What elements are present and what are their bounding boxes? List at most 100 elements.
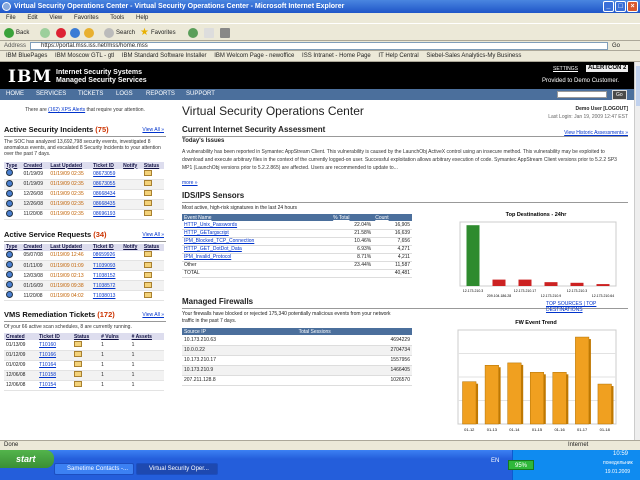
go-button[interactable]: Go <box>612 42 620 50</box>
table-row[interactable]: 12/03/08 01/19/09 02:13 T1038152 <box>4 270 164 281</box>
more-link[interactable]: more » <box>182 180 198 186</box>
service-view-all[interactable]: View All » <box>142 232 164 238</box>
history-button[interactable] <box>188 27 198 39</box>
column-header[interactable]: # Vulns <box>99 333 130 340</box>
table-row[interactable]: 11/20/08 01/19/09 02:35 08696193 <box>4 209 164 220</box>
column-header[interactable]: # Assets <box>129 333 164 340</box>
ticket-id-link[interactable]: T10158 <box>37 370 72 381</box>
table-row[interactable]: 01/13/09 T10160 1 1 <box>4 340 164 351</box>
user-logout[interactable]: Demo User [LOGOUT] <box>562 106 628 112</box>
table-row[interactable]: 12/06/08 T10154 1 1 <box>4 380 164 391</box>
ticket-id-link[interactable]: 08659926 <box>90 250 122 261</box>
print-button[interactable] <box>220 27 230 39</box>
nav-support[interactable]: SUPPORT <box>186 89 215 100</box>
table-row[interactable]: 12/06/08 T10158 1 1 <box>4 370 164 381</box>
column-header[interactable]: Status <box>71 333 100 340</box>
address-input[interactable]: https://portal.mss.iss.net/mss/home.mss <box>30 42 608 50</box>
ticket-id-link[interactable]: 08668434 <box>91 189 122 200</box>
column-header[interactable]: Created <box>21 243 49 251</box>
nav-reports[interactable]: REPORTS <box>146 89 175 100</box>
menu-help[interactable]: Help <box>136 15 148 21</box>
event-name[interactable]: IPM_Blocked_TCP_Connection <box>182 237 332 246</box>
column-header[interactable]: Total Sessions <box>296 328 412 335</box>
link-it-help[interactable]: IT Help Central <box>378 53 418 59</box>
column-header[interactable]: Last Updated <box>48 162 92 169</box>
scroll-thumb[interactable] <box>636 66 640 106</box>
column-header[interactable]: Created <box>21 162 49 169</box>
table-row[interactable]: 01/16/09 01/19/09 09:38 T1038572 <box>4 280 164 291</box>
back-button[interactable]: Back <box>4 27 29 39</box>
table-row[interactable]: 11/20/08 01/19/09 04:02 T1038013 <box>4 290 164 301</box>
column-header[interactable]: Notify <box>121 243 142 251</box>
event-name[interactable]: HTTP_Unix_Passwords <box>182 221 332 230</box>
link-bluepages[interactable]: IBM BluePages <box>6 53 47 59</box>
start-button[interactable]: start <box>0 450 54 468</box>
column-header[interactable]: Ticket ID <box>37 333 72 340</box>
column-header[interactable]: Source IP <box>182 328 297 335</box>
column-header[interactable]: Ticket ID <box>91 162 122 169</box>
ticket-id-link[interactable]: T10160 <box>37 340 72 351</box>
nav-home[interactable]: HOME <box>6 89 24 100</box>
column-header[interactable]: Ticket ID <box>90 243 122 251</box>
event-name[interactable]: HTTP_GET_DotDot_Data <box>182 245 332 254</box>
home-button[interactable] <box>84 27 94 39</box>
table-row[interactable]: 01/19/09 01/19/09 02:35 08673055 <box>4 179 164 190</box>
table-row[interactable]: 12/26/08 01/19/09 02:35 08668434 <box>4 189 164 200</box>
column-header[interactable]: % Total <box>331 214 374 221</box>
xps-alerts-link[interactable]: (162) XPS Alerts <box>48 107 85 113</box>
nav-logs[interactable]: LOGS <box>116 89 133 100</box>
column-header[interactable]: Created <box>4 333 38 340</box>
nav-services[interactable]: SERVICES <box>36 89 66 100</box>
menu-file[interactable]: File <box>6 15 16 21</box>
link-welcome-page[interactable]: IBM Welcom Page - newoffice <box>214 53 294 59</box>
column-header[interactable]: Type <box>4 162 22 169</box>
nav-tickets[interactable]: TICKETS <box>78 89 103 100</box>
maximize-button[interactable]: □ <box>615 1 626 12</box>
refresh-button[interactable] <box>70 27 80 39</box>
settings-link[interactable]: SETTINGS <box>553 66 578 72</box>
link-software-installer[interactable]: IBM Standard Software Installer <box>122 53 207 59</box>
close-button[interactable]: × <box>627 1 638 12</box>
event-name[interactable]: HTTP_GETargscript <box>182 229 332 238</box>
link-iss-intranet[interactable]: ISS Intranet - Home Page <box>302 53 371 59</box>
minimize-button[interactable]: _ <box>603 1 614 12</box>
ticket-id-link[interactable]: T10154 <box>37 380 72 391</box>
stop-button[interactable] <box>56 27 66 39</box>
mail-button[interactable] <box>204 27 214 39</box>
column-header[interactable]: Status <box>141 243 164 251</box>
ticket-id-link[interactable]: T1038152 <box>90 270 122 281</box>
task-sametime[interactable]: Sametime Contacts -... <box>54 463 134 475</box>
table-row[interactable]: 12/26/08 01/19/09 02:35 08668435 <box>4 199 164 210</box>
column-header[interactable]: Event Name <box>182 214 332 221</box>
menu-view[interactable]: View <box>49 15 62 21</box>
ticket-id-link[interactable]: 08673059 <box>91 169 122 180</box>
ticket-id-link[interactable]: 08696193 <box>91 209 122 220</box>
vms-view-all[interactable]: View All » <box>142 312 164 318</box>
incidents-view-all[interactable]: View All » <box>142 127 164 133</box>
top-sources-link[interactable]: TOP SOURCES | TOP DESTINATIONS <box>546 301 628 313</box>
ticket-id-link[interactable]: T1038572 <box>90 280 122 291</box>
ticket-id-link[interactable]: 08673055 <box>91 179 122 190</box>
lang-indicator[interactable]: EN <box>491 458 499 464</box>
nav-search-go-button[interactable]: Go <box>612 90 627 100</box>
table-row[interactable]: 01/11/09 01/19/09 01:09 T1039093 <box>4 260 164 271</box>
link-siebel[interactable]: Siebel-Sales Analytics-My Business <box>426 53 521 59</box>
ticket-id-link[interactable]: T10166 <box>37 350 72 361</box>
column-header[interactable]: Count <box>373 214 412 221</box>
table-row[interactable]: 01/02/09 T10164 1 1 <box>4 360 164 371</box>
search-button[interactable]: Search <box>104 27 135 39</box>
ticket-id-link[interactable]: T10164 <box>37 360 72 371</box>
column-header[interactable]: Status <box>141 162 164 169</box>
menu-favorites[interactable]: Favorites <box>74 15 99 21</box>
column-header[interactable]: Type <box>4 243 22 251</box>
task-vsoc[interactable]: Virtual Security Oper... <box>136 463 218 475</box>
ticket-id-link[interactable]: T1038013 <box>90 290 122 301</box>
view-historic-link[interactable]: View Historic Assessments » <box>542 130 628 136</box>
ticket-id-link[interactable]: T1039093 <box>90 260 122 271</box>
vertical-scrollbar[interactable] <box>634 62 640 440</box>
table-row[interactable]: 05/07/08 01/19/09 12:46 08659926 <box>4 250 164 261</box>
column-header[interactable]: Notify <box>121 162 142 169</box>
ticket-id-link[interactable]: 08668435 <box>91 199 122 210</box>
forward-button[interactable] <box>40 27 50 39</box>
table-row[interactable]: 01/12/09 T10166 1 1 <box>4 350 164 361</box>
